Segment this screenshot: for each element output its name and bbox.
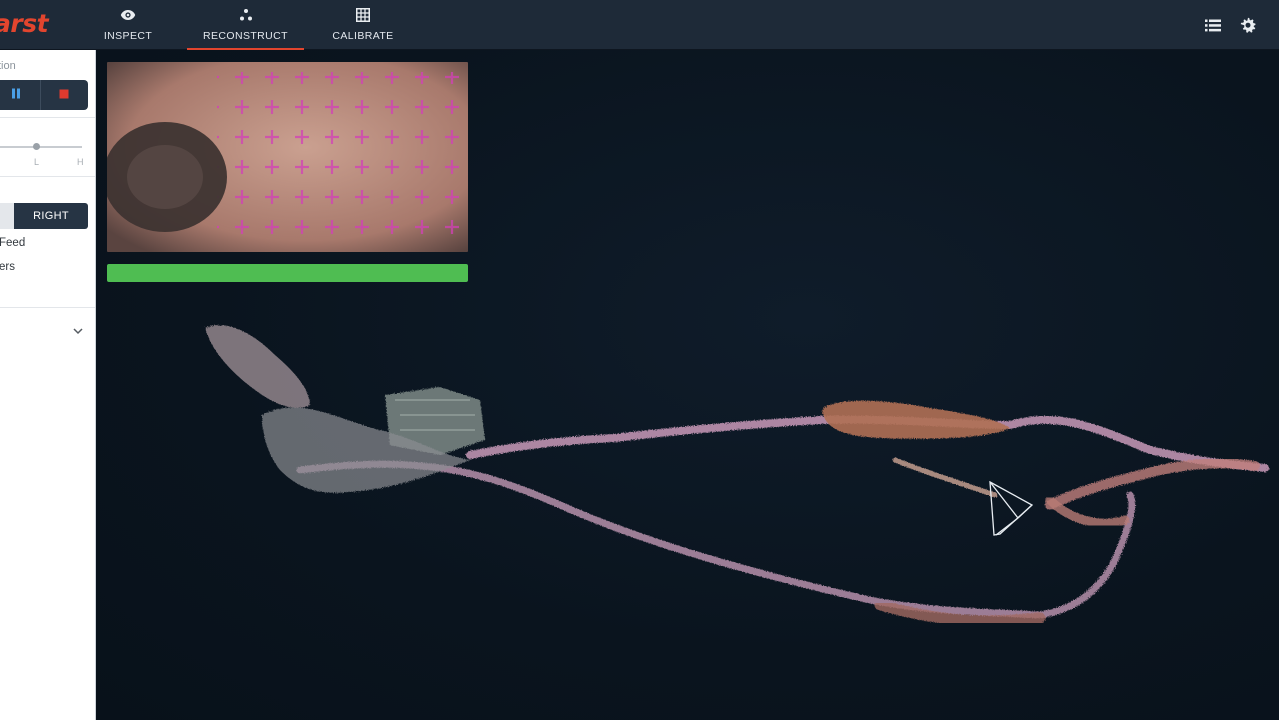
divider bbox=[0, 176, 95, 177]
top-bar: arst INSPECT RECONSTRUCT CALIBRATE bbox=[0, 0, 1279, 50]
tab-inspect[interactable]: INSPECT bbox=[96, 0, 160, 50]
boat-point-cloud bbox=[205, 325, 310, 408]
camera-right-button[interactable]: RIGHT bbox=[14, 203, 88, 229]
capture-controls bbox=[0, 80, 88, 110]
quality-slider-handle[interactable] bbox=[33, 143, 40, 150]
reconstruction-progress-bar bbox=[107, 264, 468, 282]
eye-icon bbox=[120, 7, 136, 23]
trail-segment bbox=[296, 460, 1136, 619]
camera-feed-preview bbox=[107, 62, 468, 252]
trail-segment bbox=[892, 457, 998, 498]
stop-icon bbox=[59, 86, 69, 104]
camera-left-button[interactable] bbox=[0, 203, 14, 229]
option-markers[interactable]: ers bbox=[0, 261, 15, 273]
divider bbox=[0, 117, 95, 118]
trail-segment bbox=[1045, 458, 1260, 510]
grid-icon bbox=[355, 7, 371, 23]
settings-gear-icon[interactable] bbox=[1239, 16, 1257, 34]
app-logo: arst bbox=[0, 9, 49, 38]
option-feed[interactable]: Feed bbox=[0, 237, 25, 249]
tab-calibrate-label: CALIBRATE bbox=[332, 30, 394, 42]
camera-side-toggle: RIGHT bbox=[0, 203, 88, 229]
divider bbox=[0, 307, 95, 308]
section-title: tion bbox=[0, 60, 16, 72]
slider-tick-low: L bbox=[34, 157, 40, 167]
pause-button[interactable] bbox=[0, 80, 40, 110]
tab-reconstruct-label: RECONSTRUCT bbox=[203, 30, 288, 42]
tab-calibrate[interactable]: CALIBRATE bbox=[327, 0, 399, 50]
progress-fill bbox=[107, 264, 468, 282]
pause-icon bbox=[11, 86, 21, 104]
camera-frustum-icon bbox=[989, 480, 1034, 536]
stop-button[interactable] bbox=[39, 80, 89, 110]
quality-slider-track[interactable] bbox=[0, 146, 82, 148]
tab-inspect-label: INSPECT bbox=[103, 30, 153, 42]
side-panel: tion L H RIGHT Feed ers bbox=[0, 50, 96, 720]
wreck-point-cloud bbox=[822, 400, 1010, 439]
chevron-down-icon[interactable] bbox=[72, 322, 84, 335]
tab-reconstruct[interactable]: RECONSTRUCT bbox=[187, 0, 304, 50]
slider-tick-high: H bbox=[77, 157, 84, 167]
nodes-icon bbox=[238, 7, 254, 23]
list-icon[interactable] bbox=[1204, 16, 1222, 34]
